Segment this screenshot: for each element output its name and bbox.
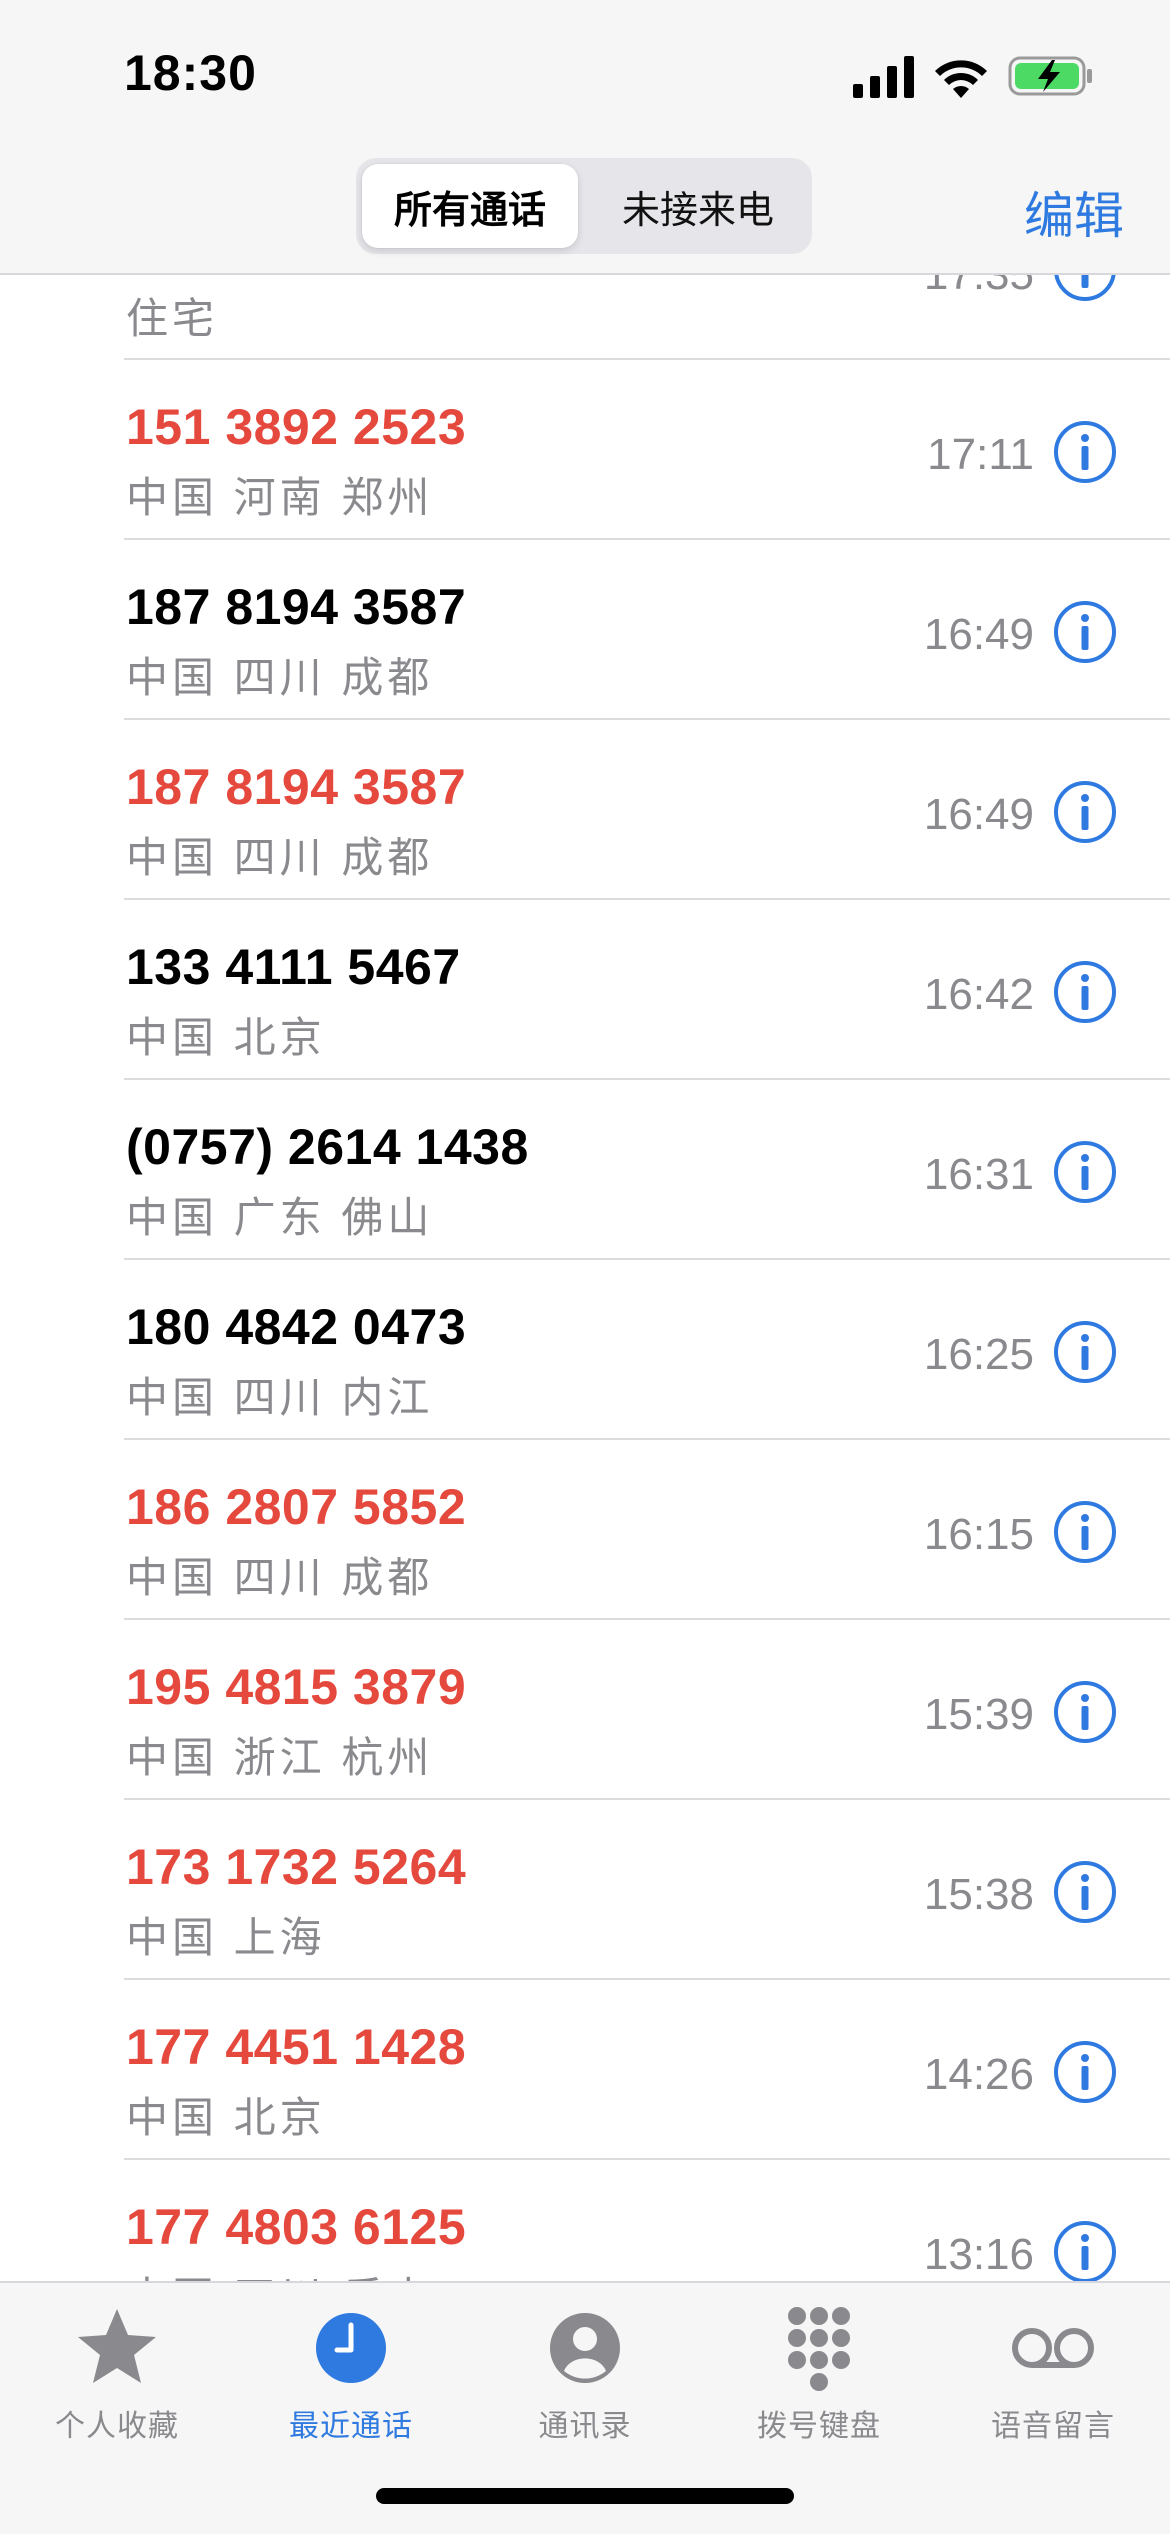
call-number: 195 4815 3879 xyxy=(126,1659,467,1715)
call-time: 16:49 xyxy=(923,790,1034,839)
wifi-icon xyxy=(935,60,987,98)
info-icon[interactable] xyxy=(1053,1140,1117,1204)
tab-contacts[interactable]: 通讯录 xyxy=(468,2303,702,2453)
call-row[interactable]: 187 8194 3587 中国 四川 成都 16:49 xyxy=(0,720,1170,900)
call-time: 16:42 xyxy=(923,970,1034,1019)
info-icon[interactable] xyxy=(1053,780,1117,844)
call-row[interactable]: 177 4451 1428 中国 北京 14:26 xyxy=(0,1980,1170,2160)
call-location: 中国 浙江 杭州 xyxy=(126,1734,434,1781)
info-icon[interactable] xyxy=(1053,960,1117,1024)
call-location: 中国 四川 成都 xyxy=(126,1554,434,1601)
edit-button[interactable]: 编辑 xyxy=(1024,176,1124,248)
segmented-control: 所有通话 未接来电 xyxy=(356,158,812,254)
call-row[interactable]: 151 3892 2523 中国 河南 郑州 17:11 xyxy=(0,360,1170,540)
call-time: 15:39 xyxy=(923,1690,1034,1739)
call-location: 中国 北京 xyxy=(126,1014,326,1061)
clock-icon xyxy=(316,2313,386,2383)
call-location: 中国 四川 乐山 xyxy=(126,2264,433,2281)
info-icon[interactable] xyxy=(1053,600,1117,664)
info-icon[interactable] xyxy=(1053,1680,1117,1744)
call-time: 15:38 xyxy=(923,1870,1034,1919)
call-location: 中国 四川 成都 xyxy=(126,834,434,881)
info-icon[interactable] xyxy=(1053,2220,1117,2281)
call-time: 13:16 xyxy=(923,2230,1034,2279)
call-time: 17:35 xyxy=(924,275,1034,300)
tab-all-calls[interactable]: 所有通话 xyxy=(362,164,578,248)
tab-keypad[interactable]: 拨号键盘 xyxy=(702,2303,936,2453)
tab-label: 个人收藏 xyxy=(55,2410,179,2443)
tab-label: 最近通话 xyxy=(289,2410,413,2443)
info-icon[interactable] xyxy=(1053,1500,1117,1564)
call-location: 中国 河南 郑州 xyxy=(126,474,434,521)
call-time: 16:25 xyxy=(923,1330,1034,1379)
call-time: 17:11 xyxy=(927,430,1034,479)
info-icon[interactable] xyxy=(1053,2040,1117,2104)
call-row[interactable]: 195 4815 3879 中国 浙江 杭州 15:39 xyxy=(0,1620,1170,1800)
home-indicator[interactable] xyxy=(376,2488,794,2504)
keypad-icon xyxy=(788,2307,850,2391)
info-icon[interactable] xyxy=(1053,420,1117,484)
call-number: 187 8194 3587 xyxy=(126,759,467,815)
call-location: 中国 上海 xyxy=(126,1914,326,1961)
call-time: 14:26 xyxy=(923,2050,1034,2099)
call-number: 180 4842 0473 xyxy=(126,1299,467,1355)
person-icon xyxy=(550,2313,620,2383)
call-row[interactable]: 173 1732 5264 中国 上海 15:38 xyxy=(0,1800,1170,1980)
tab-label: 语音留言 xyxy=(991,2410,1115,2443)
tab-label: 通讯录 xyxy=(538,2410,632,2443)
tab-favorites[interactable]: 个人收藏 xyxy=(0,2303,234,2453)
info-icon[interactable] xyxy=(1053,1860,1117,1924)
tab-voicemail[interactable]: 语音留言 xyxy=(936,2303,1170,2453)
call-number: 173 1732 5264 xyxy=(126,1839,467,1895)
info-icon[interactable] xyxy=(1053,1320,1117,1384)
tab-label: 拨号键盘 xyxy=(757,2410,881,2443)
status-bar: 18:30 xyxy=(0,0,1170,150)
call-time: 16:49 xyxy=(923,610,1034,659)
nav-bar: 所有通话 未接来电 编辑 xyxy=(0,150,1170,275)
call-number: 133 4111 5467 xyxy=(126,939,461,995)
call-row[interactable]: 住宅 17:35 xyxy=(0,275,1170,360)
info-icon[interactable] xyxy=(1053,275,1117,302)
recents-list[interactable]: 住宅 17:35 151 3892 2523 中国 河南 郑州 17:11 18… xyxy=(0,275,1170,2281)
tab-missed-calls[interactable]: 未接来电 xyxy=(590,164,806,248)
battery-charging-icon xyxy=(1008,56,1092,96)
call-number: (0757) 2614 1438 xyxy=(126,1119,529,1175)
call-time: 16:31 xyxy=(923,1150,1034,1199)
call-row[interactable]: 187 8194 3587 中国 四川 成都 16:49 xyxy=(0,540,1170,720)
call-row[interactable]: (0757) 2614 1438 中国 广东 佛山 16:31 xyxy=(0,1080,1170,1260)
call-row[interactable]: 133 4111 5467 中国 北京 16:42 xyxy=(0,900,1170,1080)
call-number: 177 4803 6125 xyxy=(126,2199,467,2255)
cellular-signal-icon xyxy=(853,56,914,98)
call-location: 中国 四川 成都 xyxy=(126,654,434,701)
call-number: 177 4451 1428 xyxy=(126,2019,467,2075)
call-number: 187 8194 3587 xyxy=(126,579,467,635)
status-time: 18:30 xyxy=(124,45,257,101)
call-row[interactable]: 177 4803 6125 中国 四川 乐山 13:16 xyxy=(0,2160,1170,2281)
call-time: 16:15 xyxy=(923,1510,1034,1559)
call-location: 中国 北京 xyxy=(126,2094,326,2141)
voicemail-icon xyxy=(1012,2328,1094,2368)
call-location: 住宅 xyxy=(126,295,219,342)
star-icon xyxy=(78,2309,156,2383)
call-number: 186 2807 5852 xyxy=(126,1479,467,1535)
call-number: 151 3892 2523 xyxy=(126,399,467,455)
tab-recents[interactable]: 最近通话 xyxy=(234,2303,468,2453)
call-row[interactable]: 180 4842 0473 中国 四川 内江 16:25 xyxy=(0,1260,1170,1440)
call-location: 中国 四川 内江 xyxy=(126,1374,434,1421)
call-row[interactable]: 186 2807 5852 中国 四川 成都 16:15 xyxy=(0,1440,1170,1620)
call-location: 中国 广东 佛山 xyxy=(126,1194,434,1241)
